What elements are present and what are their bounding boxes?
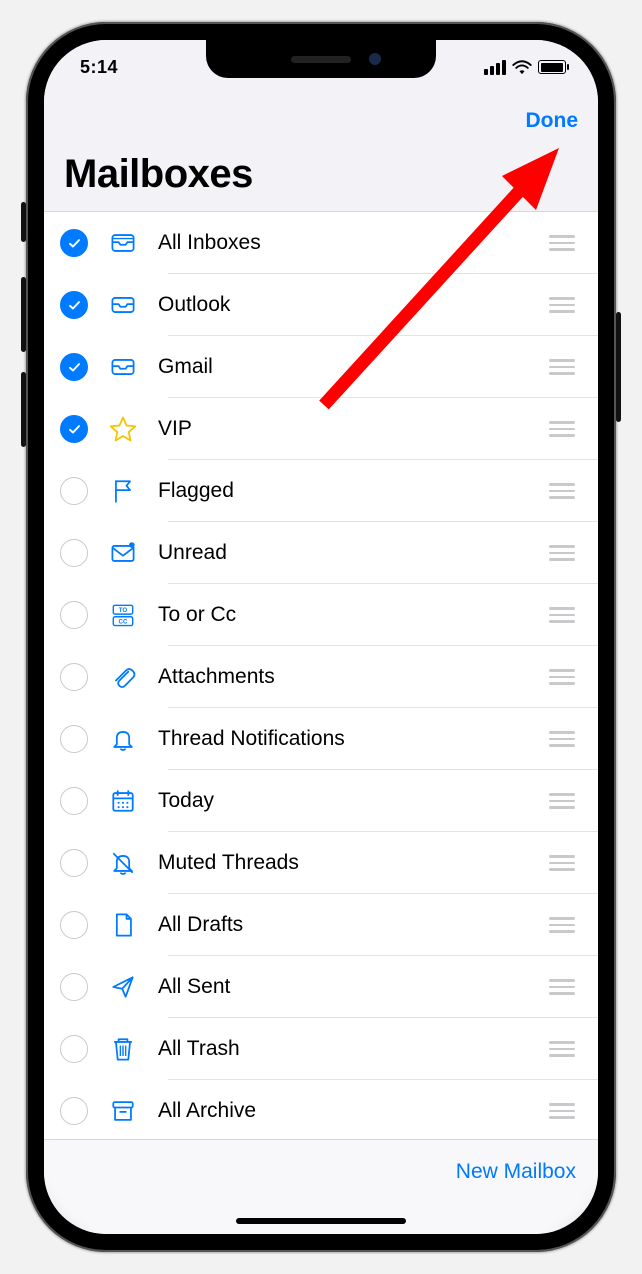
mailbox-label: VIP — [158, 417, 548, 441]
mute-switch — [21, 202, 26, 242]
checkbox[interactable] — [60, 787, 88, 815]
cellular-signal-icon — [484, 60, 506, 75]
drag-handle-icon[interactable] — [548, 483, 576, 499]
home-indicator — [236, 1218, 406, 1224]
mailbox-label: Thread Notifications — [158, 727, 548, 751]
mailbox-all-drafts[interactable]: All Drafts — [44, 894, 598, 956]
mailbox-label: Flagged — [158, 479, 548, 503]
svg-text:CC: CC — [119, 618, 128, 625]
battery-icon — [538, 60, 566, 74]
unread-icon — [106, 536, 140, 570]
drag-handle-icon[interactable] — [548, 855, 576, 871]
mailbox-label: Unread — [158, 541, 548, 565]
checkbox[interactable] — [60, 663, 88, 691]
mailbox-to-cc[interactable]: TO CC To or Cc — [44, 584, 598, 646]
checkbox[interactable] — [60, 1035, 88, 1063]
mailbox-label: Gmail — [158, 355, 548, 379]
mailbox-flagged[interactable]: Flagged — [44, 460, 598, 522]
mailbox-list: All Inboxes Outlook Gmail VIP Flagged Unread T… — [44, 212, 598, 1142]
checkbox[interactable] — [60, 1097, 88, 1125]
checkbox[interactable] — [60, 725, 88, 753]
mailbox-label: All Drafts — [158, 913, 548, 937]
trash-icon — [106, 1032, 140, 1066]
mailbox-all-archive[interactable]: All Archive — [44, 1080, 598, 1142]
status-indicators — [484, 60, 566, 75]
checkbox[interactable] — [60, 353, 88, 381]
drag-handle-icon[interactable] — [548, 359, 576, 375]
to-cc-icon: TO CC — [106, 598, 140, 632]
paperclip-icon — [106, 660, 140, 694]
drag-handle-icon[interactable] — [548, 979, 576, 995]
drag-handle-icon[interactable] — [548, 235, 576, 251]
toolbar: New Mailbox — [44, 1139, 598, 1234]
notch — [206, 40, 436, 78]
front-camera — [369, 53, 381, 65]
mailbox-label: Muted Threads — [158, 851, 548, 875]
mailbox-unread[interactable]: Unread — [44, 522, 598, 584]
checkbox[interactable] — [60, 291, 88, 319]
checkbox[interactable] — [60, 229, 88, 257]
mailbox-vip[interactable]: VIP — [44, 398, 598, 460]
mailbox-label: To or Cc — [158, 603, 548, 627]
mailbox-muted-threads[interactable]: Muted Threads — [44, 832, 598, 894]
mailbox-all-trash[interactable]: All Trash — [44, 1018, 598, 1080]
speaker — [291, 56, 351, 63]
drag-handle-icon[interactable] — [548, 607, 576, 623]
drag-handle-icon[interactable] — [548, 669, 576, 685]
bell-off-icon — [106, 846, 140, 880]
drag-handle-icon[interactable] — [548, 793, 576, 809]
power-button — [616, 312, 621, 422]
mailbox-label: All Sent — [158, 975, 548, 999]
archive-icon — [106, 1094, 140, 1128]
drag-handle-icon[interactable] — [548, 421, 576, 437]
phone-frame: 5:14 Done Mailboxes All InboxesOutlo — [26, 22, 616, 1252]
mailbox-label: All Inboxes — [158, 231, 548, 255]
mailbox-attachments[interactable]: Attachments — [44, 646, 598, 708]
star-icon — [106, 412, 140, 446]
mailbox-all-inboxes[interactable]: All Inboxes — [44, 212, 598, 274]
checkbox[interactable] — [60, 477, 88, 505]
checkbox[interactable] — [60, 415, 88, 443]
mailbox-thread-notifications[interactable]: Thread Notifications — [44, 708, 598, 770]
screen: 5:14 Done Mailboxes All InboxesOutlo — [44, 40, 598, 1234]
checkbox[interactable] — [60, 911, 88, 939]
mailbox-all-sent[interactable]: All Sent — [44, 956, 598, 1018]
mailbox-label: Attachments — [158, 665, 548, 689]
checkbox[interactable] — [60, 849, 88, 877]
mailbox-label: Outlook — [158, 293, 548, 317]
mailbox-label: Today — [158, 789, 548, 813]
drag-handle-icon[interactable] — [548, 731, 576, 747]
mailbox-gmail[interactable]: Gmail — [44, 336, 598, 398]
mailbox-outlook[interactable]: Outlook — [44, 274, 598, 336]
new-mailbox-button[interactable]: New Mailbox — [456, 1160, 576, 1184]
checkbox[interactable] — [60, 539, 88, 567]
flag-icon — [106, 474, 140, 508]
mailbox-label: All Archive — [158, 1099, 548, 1123]
volume-up — [21, 277, 26, 352]
bell-icon — [106, 722, 140, 756]
calendar-icon — [106, 784, 140, 818]
all-inboxes-icon — [106, 226, 140, 260]
volume-down — [21, 372, 26, 447]
drag-handle-icon[interactable] — [548, 1103, 576, 1119]
inbox-icon — [106, 350, 140, 384]
checkbox[interactable] — [60, 601, 88, 629]
page-title: Mailboxes — [64, 152, 578, 197]
nav-header: Done Mailboxes — [44, 94, 598, 212]
wifi-icon — [512, 60, 532, 75]
drag-handle-icon[interactable] — [548, 1041, 576, 1057]
status-time: 5:14 — [80, 57, 118, 78]
sent-icon — [106, 970, 140, 1004]
done-button[interactable]: Done — [526, 109, 579, 133]
mailbox-today[interactable]: Today — [44, 770, 598, 832]
mailbox-label: All Trash — [158, 1037, 548, 1061]
draft-icon — [106, 908, 140, 942]
svg-text:TO: TO — [119, 607, 128, 614]
drag-handle-icon[interactable] — [548, 917, 576, 933]
drag-handle-icon[interactable] — [548, 297, 576, 313]
inbox-icon — [106, 288, 140, 322]
checkbox[interactable] — [60, 973, 88, 1001]
drag-handle-icon[interactable] — [548, 545, 576, 561]
